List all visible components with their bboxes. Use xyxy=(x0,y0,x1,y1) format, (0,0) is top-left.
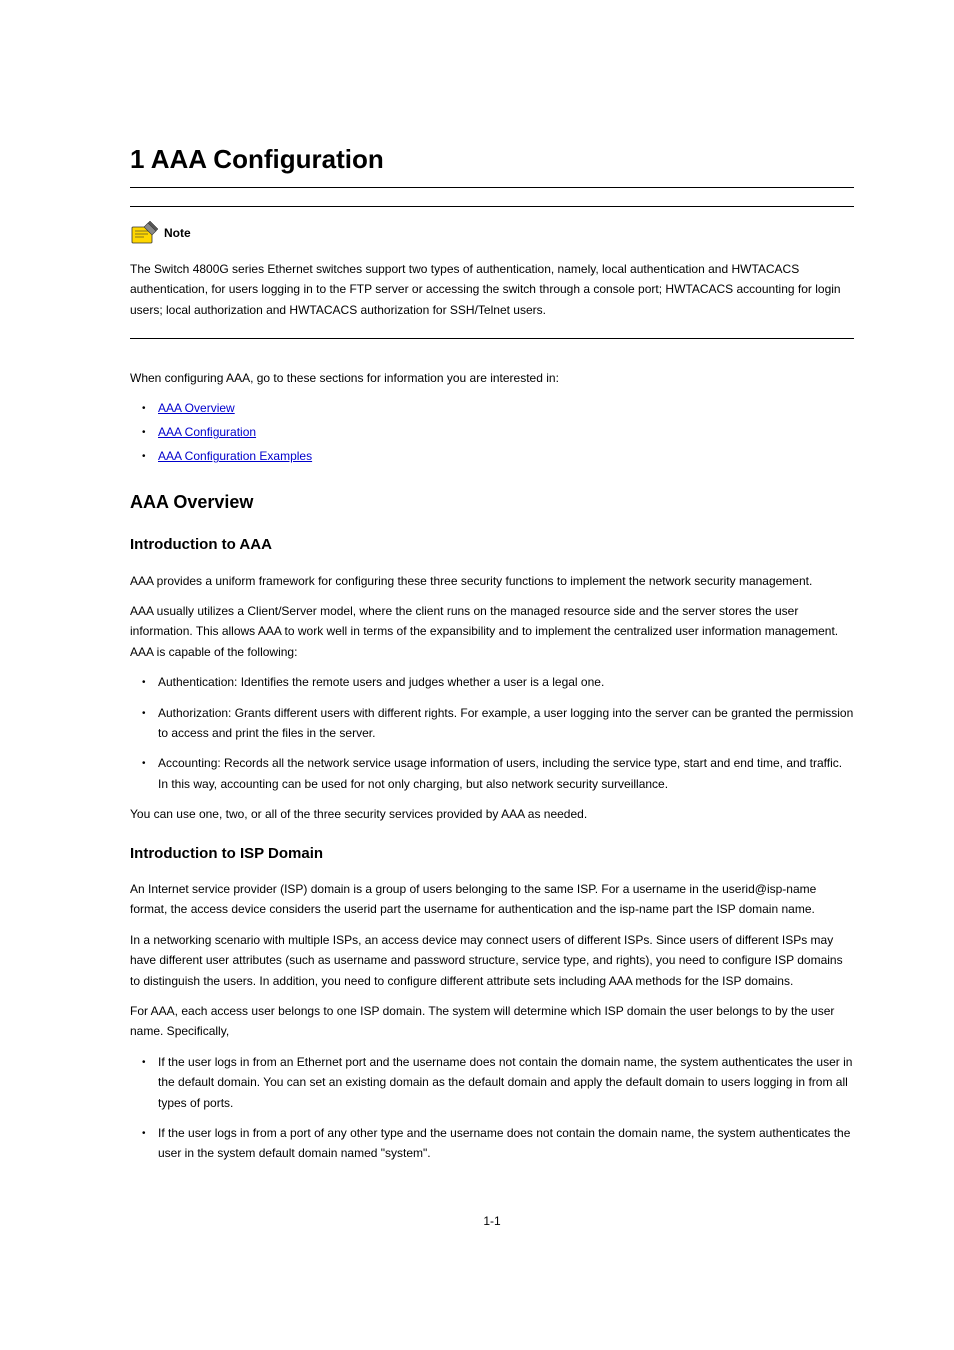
feature-list: Authentication: Identifies the remote us… xyxy=(158,672,854,794)
page-number: 1-1 xyxy=(130,1212,854,1230)
toc-link[interactable]: AAA Configuration Examples xyxy=(158,449,312,463)
paragraph: An Internet service provider (ISP) domai… xyxy=(130,879,854,920)
subsection-heading-intro-aaa: Introduction to AAA xyxy=(130,534,854,557)
toc-link[interactable]: AAA Overview xyxy=(158,401,235,415)
toc-link-list: AAA Overview AAA Configuration AAA Confi… xyxy=(158,399,854,465)
paragraph: You can use one, two, or all of the thre… xyxy=(130,804,854,824)
note-label: Note xyxy=(164,224,191,242)
list-item: Authentication: Identifies the remote us… xyxy=(158,672,854,692)
intro-paragraph: When configuring AAA, go to these sectio… xyxy=(130,369,854,387)
note-box: Note The Switch 4800G series Ethernet sw… xyxy=(130,206,854,339)
chapter-title: 1 AAA Configuration xyxy=(130,140,854,188)
list-item: Accounting: Records all the network serv… xyxy=(158,753,854,794)
toc-link[interactable]: AAA Configuration xyxy=(158,425,256,439)
note-icon xyxy=(130,221,158,245)
section-heading-aaa-overview: AAA Overview xyxy=(130,489,854,516)
paragraph: AAA provides a uniform framework for con… xyxy=(130,571,854,591)
paragraph: AAA usually utilizes a Client/Server mod… xyxy=(130,601,854,662)
list-item: AAA Configuration Examples xyxy=(158,447,854,465)
list-item: AAA Configuration xyxy=(158,423,854,441)
note-header: Note xyxy=(130,221,854,245)
note-text: The Switch 4800G series Ethernet switche… xyxy=(130,259,854,320)
isp-behavior-list: If the user logs in from an Ethernet por… xyxy=(158,1052,854,1164)
paragraph: In a networking scenario with multiple I… xyxy=(130,930,854,991)
list-item: AAA Overview xyxy=(158,399,854,417)
paragraph: For AAA, each access user belongs to one… xyxy=(130,1001,854,1042)
list-item: If the user logs in from an Ethernet por… xyxy=(158,1052,854,1113)
list-item: If the user logs in from a port of any o… xyxy=(158,1123,854,1164)
list-item: Authorization: Grants different users wi… xyxy=(158,703,854,744)
subsection-heading-isp-domain: Introduction to ISP Domain xyxy=(130,843,854,866)
